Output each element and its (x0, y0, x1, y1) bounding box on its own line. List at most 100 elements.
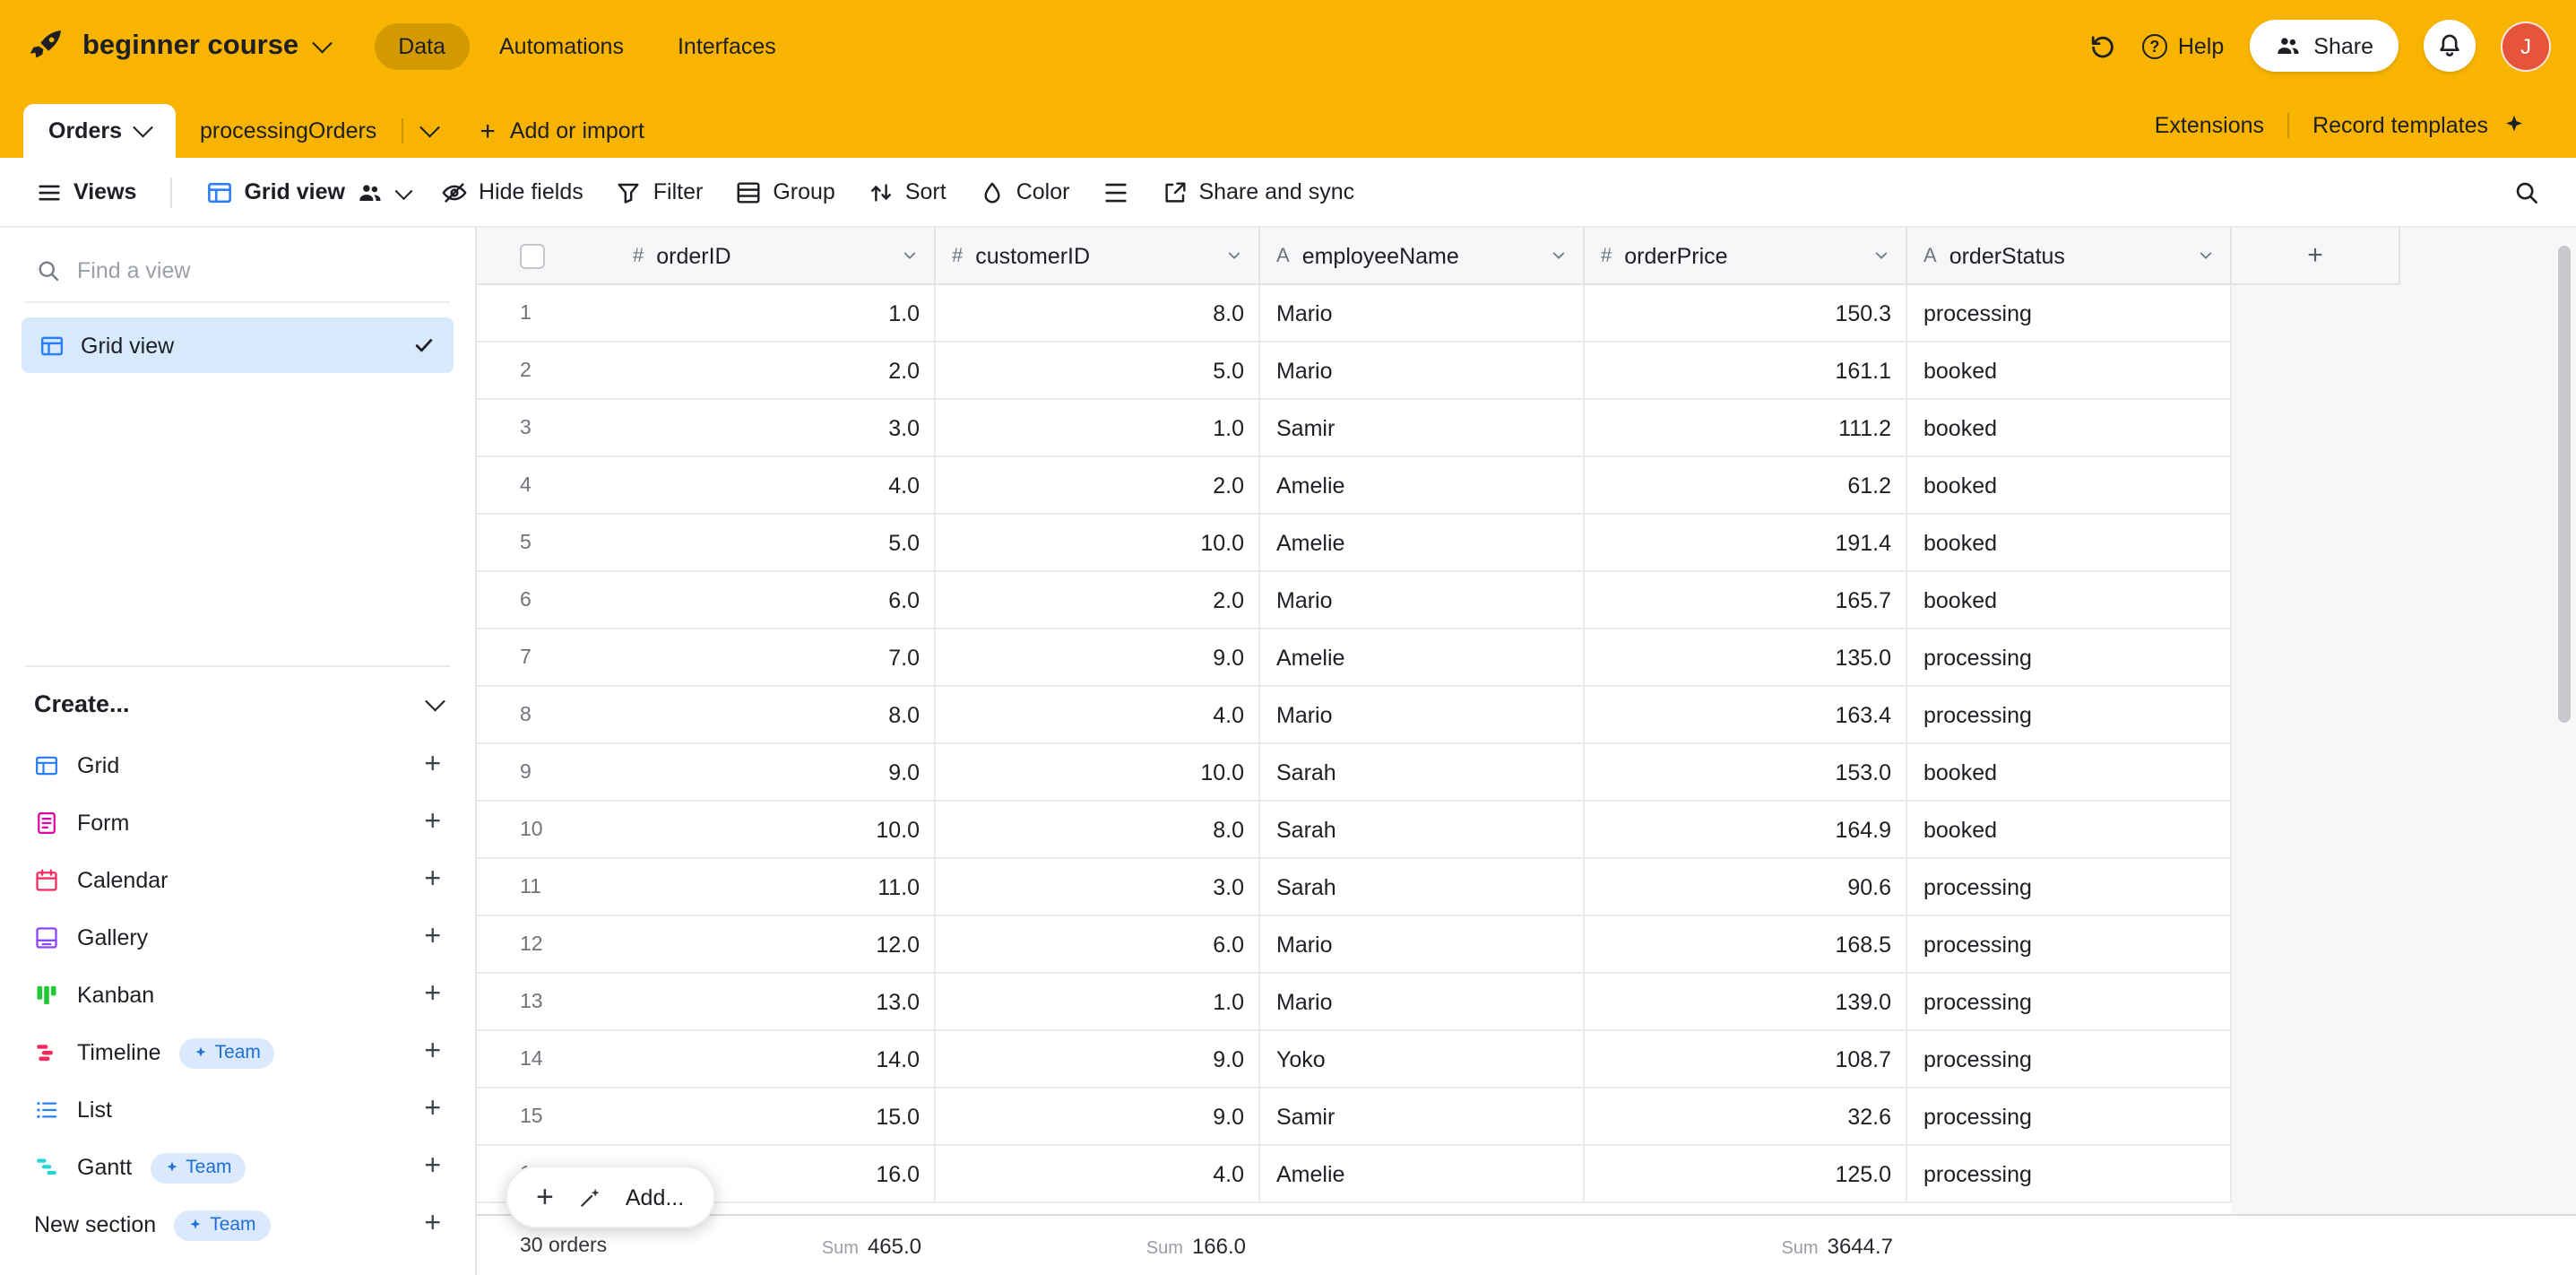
cell-employeeName[interactable]: Samir (1260, 400, 1585, 455)
vertical-scrollbar[interactable] (2558, 246, 2571, 723)
share-button[interactable]: Share (2249, 20, 2399, 72)
nav-tab-automations[interactable]: Automations (476, 22, 647, 69)
share-sync-button[interactable]: Share and sync (1146, 169, 1369, 214)
cell-orderPrice[interactable]: 161.1 (1585, 343, 1907, 398)
cell-orderPrice[interactable]: 150.3 (1585, 285, 1907, 341)
cell-orderStatus[interactable]: processing (1907, 974, 2232, 1029)
group-button[interactable]: Group (721, 169, 850, 214)
add-timeline-view-button[interactable]: + (424, 1038, 441, 1067)
cell-orderID[interactable]: 99.0 (477, 744, 936, 800)
view-item-grid-view[interactable]: Grid view (22, 317, 454, 373)
column-header-employeeName[interactable]: AemployeeName (1260, 228, 1585, 285)
cell-orderPrice[interactable]: 135.0 (1585, 629, 1907, 685)
cell-employeeName[interactable]: Mario (1260, 687, 1585, 742)
cell-employeeName[interactable]: Sarah (1260, 802, 1585, 857)
nav-tab-data[interactable]: Data (375, 22, 469, 69)
create-item-kanban[interactable]: Kanban+ (22, 967, 454, 1024)
cell-orderPrice[interactable]: 90.6 (1585, 859, 1907, 915)
cell-employeeName[interactable]: Samir (1260, 1089, 1585, 1144)
cell-employeeName[interactable]: Sarah (1260, 744, 1585, 800)
cell-employeeName[interactable]: Mario (1260, 343, 1585, 398)
cell-employeeName[interactable]: Mario (1260, 916, 1585, 972)
cell-orderID[interactable]: 77.0 (477, 629, 936, 685)
table-tab-processingorders[interactable]: processingOrders (175, 104, 402, 158)
cell-orderPrice[interactable]: 108.7 (1585, 1031, 1907, 1087)
cell-employeeName[interactable]: Mario (1260, 572, 1585, 628)
add-new-section-view-button[interactable]: + (424, 1210, 441, 1239)
cell-orderStatus[interactable]: processing (1907, 916, 2232, 972)
create-item-timeline[interactable]: TimelineTeam+ (22, 1024, 454, 1081)
add-kanban-view-button[interactable]: + (424, 981, 441, 1010)
cell-customerID[interactable]: 4.0 (936, 1146, 1260, 1201)
cell-orderPrice[interactable]: 32.6 (1585, 1089, 1907, 1144)
cell-orderPrice[interactable]: 111.2 (1585, 400, 1907, 455)
add-list-view-button[interactable]: + (424, 1096, 441, 1124)
cell-orderPrice[interactable]: 165.7 (1585, 572, 1907, 628)
cell-orderID[interactable]: 1111.0 (477, 859, 936, 915)
cell-customerID[interactable]: 8.0 (936, 802, 1260, 857)
create-item-gantt[interactable]: GanttTeam+ (22, 1139, 454, 1196)
cell-orderStatus[interactable]: processing (1907, 629, 2232, 685)
cell-customerID[interactable]: 2.0 (936, 572, 1260, 628)
cell-employeeName[interactable]: Amelie (1260, 457, 1585, 513)
cell-customerID[interactable]: 2.0 (936, 457, 1260, 513)
cell-orderID[interactable]: 33.0 (477, 400, 936, 455)
cell-orderPrice[interactable]: 61.2 (1585, 457, 1907, 513)
add-or-import-button[interactable]: + Add or import (456, 104, 668, 158)
find-view-search[interactable]: Find a view (25, 246, 450, 303)
workspace-menu[interactable]: beginner course (82, 30, 328, 62)
cell-orderStatus[interactable]: booked (1907, 457, 2232, 513)
cell-orderPrice[interactable]: 164.9 (1585, 802, 1907, 857)
column-header-orderID[interactable]: #orderID (477, 228, 936, 285)
cell-orderPrice[interactable]: 125.0 (1585, 1146, 1907, 1201)
cell-employeeName[interactable]: Yoko (1260, 1031, 1585, 1087)
cell-orderID[interactable]: 1010.0 (477, 802, 936, 857)
cell-orderID[interactable]: 55.0 (477, 515, 936, 570)
cell-orderStatus[interactable]: booked (1907, 744, 2232, 800)
cell-orderStatus[interactable]: processing (1907, 687, 2232, 742)
table-list-dropdown[interactable] (403, 104, 456, 158)
avatar[interactable]: J (2501, 21, 2551, 71)
add-record-pill[interactable]: + Add... (506, 1166, 714, 1228)
notifications-button[interactable] (2424, 20, 2476, 72)
extensions-button[interactable]: Extensions (2131, 112, 2287, 137)
views-toggle-button[interactable]: Views (22, 169, 151, 214)
cell-employeeName[interactable]: Amelie (1260, 629, 1585, 685)
select-all-checkbox[interactable] (520, 243, 545, 268)
cell-customerID[interactable]: 8.0 (936, 285, 1260, 341)
cell-orderStatus[interactable]: processing (1907, 1089, 2232, 1144)
view-switcher-button[interactable]: Grid view (192, 169, 423, 214)
cell-customerID[interactable]: 4.0 (936, 687, 1260, 742)
cell-orderPrice[interactable]: 163.4 (1585, 687, 1907, 742)
create-item-grid[interactable]: Grid+ (22, 737, 454, 794)
create-item-new-section[interactable]: New sectionTeam+ (22, 1196, 454, 1253)
cell-customerID[interactable]: 9.0 (936, 1089, 1260, 1144)
cell-orderStatus[interactable]: processing (1907, 1031, 2232, 1087)
cell-employeeName[interactable]: Sarah (1260, 859, 1585, 915)
cell-customerID[interactable]: 5.0 (936, 343, 1260, 398)
cell-orderID[interactable]: 44.0 (477, 457, 936, 513)
filter-button[interactable]: Filter (601, 169, 718, 214)
hide-fields-button[interactable]: Hide fields (427, 169, 598, 214)
cell-orderStatus[interactable]: processing (1907, 285, 2232, 341)
search-records-button[interactable] (2499, 169, 2554, 214)
cell-orderStatus[interactable]: booked (1907, 802, 2232, 857)
table-tab-orders[interactable]: Orders (23, 104, 175, 158)
cell-orderID[interactable]: 22.0 (477, 343, 936, 398)
cell-orderID[interactable]: 1313.0 (477, 974, 936, 1029)
history-icon[interactable] (2088, 31, 2117, 60)
create-item-calendar[interactable]: Calendar+ (22, 852, 454, 909)
add-calendar-view-button[interactable]: + (424, 866, 441, 895)
cell-customerID[interactable]: 9.0 (936, 629, 1260, 685)
sum-summary[interactable]: Sum166.0 (1146, 1233, 1246, 1258)
cell-customerID[interactable]: 1.0 (936, 974, 1260, 1029)
cell-orderStatus[interactable]: processing (1907, 859, 2232, 915)
rocket-logo-icon[interactable] (25, 25, 66, 66)
add-field-button[interactable]: + (2232, 228, 2400, 285)
create-section-toggle[interactable]: Create... (22, 685, 454, 737)
cell-customerID[interactable]: 3.0 (936, 859, 1260, 915)
cell-employeeName[interactable]: Amelie (1260, 1146, 1585, 1201)
cell-orderStatus[interactable]: processing (1907, 1146, 2232, 1201)
cell-customerID[interactable]: 10.0 (936, 744, 1260, 800)
sum-summary[interactable]: Sum3644.7 (1781, 1233, 1893, 1258)
